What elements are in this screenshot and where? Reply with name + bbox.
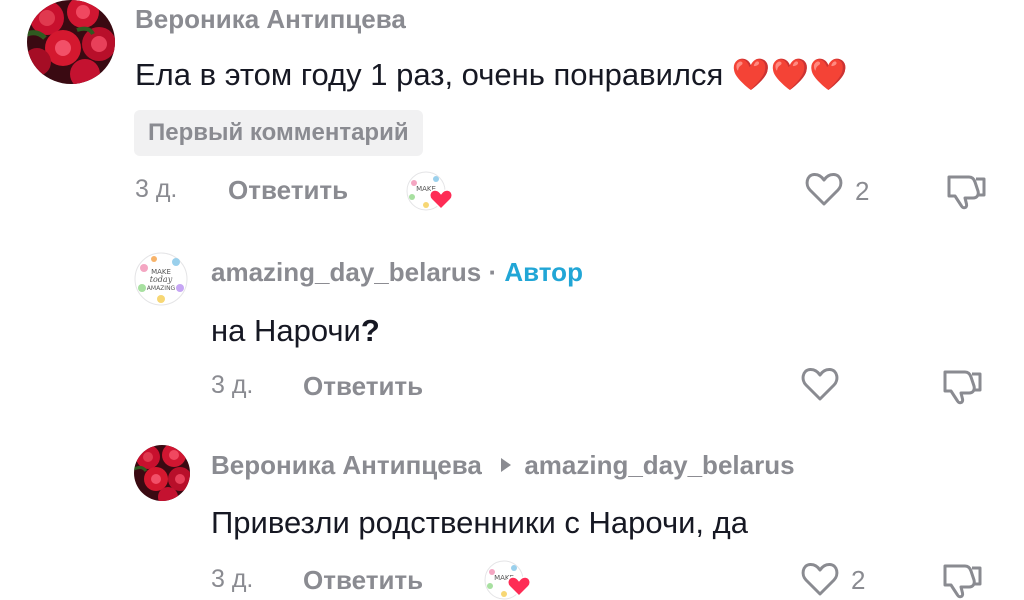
like-count: 2 [855,176,870,206]
author-label: Автор [504,257,583,287]
svg-text:today: today [150,275,173,284]
reply-header: amazing_day_belarus · Автор [211,257,583,288]
reply-to-username[interactable]: amazing_day_belarus [524,450,794,480]
first-comment-badge: Первый комментарий [134,110,423,156]
reply-time: 3 д. [211,371,254,399]
like-icon[interactable] [804,170,844,208]
comment-text: Ела в этом году 1 раз, очень понравился … [135,56,848,93]
reply-button[interactable]: Ответить [303,371,423,402]
comment-time: 3 д. [135,175,178,203]
avatar[interactable] [134,445,190,501]
dislike-icon[interactable] [945,171,989,211]
reply-button[interactable]: Ответить [303,565,423,596]
avatar[interactable] [27,0,115,84]
like-count: 2 [851,565,866,595]
separator: · [488,257,498,287]
dislike-icon[interactable] [941,560,985,600]
svg-text:AMAZING: AMAZING [147,285,176,292]
heart-icon [507,576,531,597]
reply-username[interactable]: Вероника Антипцева [211,450,482,480]
reply-text: на Нарочи? [211,313,380,349]
comment-username[interactable]: Вероника Антипцева [135,4,406,35]
like-icon[interactable] [800,560,840,598]
comment-text-body: Ела в этом году 1 раз, очень понравился [135,57,724,92]
reply-time: 3 д. [211,565,254,593]
heart-emoji: ❤️❤️❤️ [731,57,848,92]
reply-text-body: на Нарочи [211,313,361,348]
heart-icon [429,189,453,210]
reply-text-question: ? [360,313,380,348]
avatar[interactable]: MAKE today AMAZING [134,252,188,306]
reply-header: Вероника Антипцева amazing_day_belarus [211,450,795,481]
reply-username[interactable]: amazing_day_belarus [211,257,481,287]
reply-button[interactable]: Ответить [228,175,348,206]
reply-to-arrow-icon [501,458,512,473]
like-icon[interactable] [800,365,840,403]
reply-text: Привезли родственники с Нарочи, да [211,505,748,540]
dislike-icon[interactable] [941,366,985,406]
